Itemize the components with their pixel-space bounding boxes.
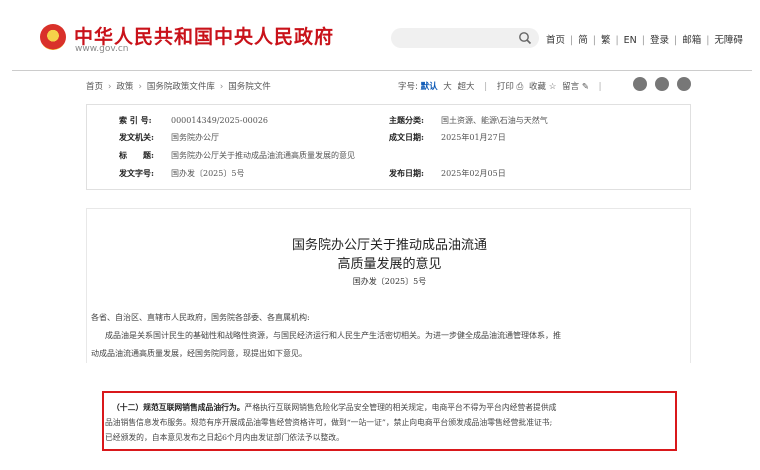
breadcrumb-home[interactable]: 首页 [86,82,103,92]
breadcrumb-docs[interactable]: 国务院文件 [228,82,271,92]
search-icon[interactable] [518,31,532,45]
search-input[interactable] [391,28,539,48]
weibo-icon[interactable] [633,77,647,91]
intro-line2: 动成品油流通高质量发展，经国务院同意，现提出如下意见。 [91,349,307,358]
breadcrumb: 首页 › 政策 › 国务院政策文件库 › 国务院文件 [86,82,271,92]
header-divider [12,70,752,71]
collect-button[interactable]: 收藏 [529,82,546,92]
font-size-label: 字号: [398,82,418,92]
font-big-button[interactable]: 大 [443,82,452,92]
font-default-button[interactable]: 默认 [421,82,438,92]
app-icon[interactable] [677,77,691,91]
pencil-icon[interactable]: ✎ [582,82,589,92]
link-mail[interactable]: 邮箱 [682,35,701,46]
breadcrumb-policy[interactable]: 政策 [116,82,133,92]
wechat-icon[interactable] [655,77,669,91]
meta-category: 主题分类: 国土资源、能源\石油与天然气 [389,115,548,125]
salutation: 各省、自治区、直辖市人民政府，国务院各部委、各直属机构: [91,313,310,322]
meta-docno: 发文字号: 国办发〔2025〕5号 [119,168,245,178]
article-toolbar: 字号: 默认 大 超大 | 打印 ⎙ 收藏 ☆ 留言 ✎ | [398,82,602,92]
link-login[interactable]: 登录 [650,35,669,46]
clause-line2: 品油销售信息发布服务。规范有序开展成品油零售经营资格许可，做到“一站一证”，禁止… [105,418,553,427]
link-accessibility[interactable]: 无障碍 [714,35,743,46]
font-bigger-button[interactable]: 超大 [458,82,475,92]
site-url: www.gov.cn [75,44,129,54]
meta-created: 成文日期: 2025年01月27日 [389,132,506,142]
meta-issuer: 发文机关: 国务院办公厅 [119,132,219,142]
intro-line1: 成品油是关系国计民生的基础性和战略性资源，与国民经济运行和人民生产生活密切相关。… [105,331,561,340]
meta-published: 发布日期: 2025年02月05日 [389,168,506,178]
clause-line3: 已经颁发的，自本意见发布之日起6个月内由发证部门依法予以整改。 [105,433,344,442]
top-links: 首页 | 简 | 繁 | EN | 登录 | 邮箱 | 无障碍 [546,35,743,46]
document-body: 国务院办公厅关于推动成品油流通 高质量发展的意见 国办发〔2025〕5号 各省、… [86,208,691,363]
star-icon[interactable]: ☆ [549,82,557,92]
document-number: 国办发〔2025〕5号 [352,277,427,286]
link-simplified[interactable]: 简 [578,35,588,46]
print-icon[interactable]: ⎙ [517,82,524,92]
link-home[interactable]: 首页 [546,35,565,46]
meta-index: 索 引 号: 000014349/2025-00026 [119,115,269,125]
link-english[interactable]: EN [624,35,637,46]
clause-line1: （十二）规范互联网销售成品油行为。严格执行互联网销售危险化学品安全管理的相关规定… [112,403,557,412]
comment-button[interactable]: 留言 [562,82,579,92]
link-traditional[interactable]: 繁 [601,35,611,46]
site-header: 中华人民共和国中央人民政府 www.gov.cn 首页 | 简 | 繁 | EN | 登录 | 邮箱… [0,0,760,66]
print-button[interactable]: 打印 [497,82,514,92]
breadcrumb-library[interactable]: 国务院政策文件库 [147,82,215,92]
national-emblem-icon[interactable] [40,24,66,50]
document-title-line1: 国务院办公厅关于推动成品油流通 [291,238,487,253]
document-title-line2: 高质量发展的意见 [337,257,442,272]
highlighted-clause: （十二）规范互联网销售成品油行为。严格执行互联网销售危险化学品安全管理的相关规定… [102,391,677,451]
meta-title: 标 题: 国务院办公厅关于推动成品油流通高质量发展的意见 [119,150,355,160]
clause-heading: （十二）规范互联网销售成品油行为。 [112,403,245,412]
document-meta-table: 索 引 号: 000014349/2025-00026 主题分类: 国土资源、能源\… [86,104,691,190]
